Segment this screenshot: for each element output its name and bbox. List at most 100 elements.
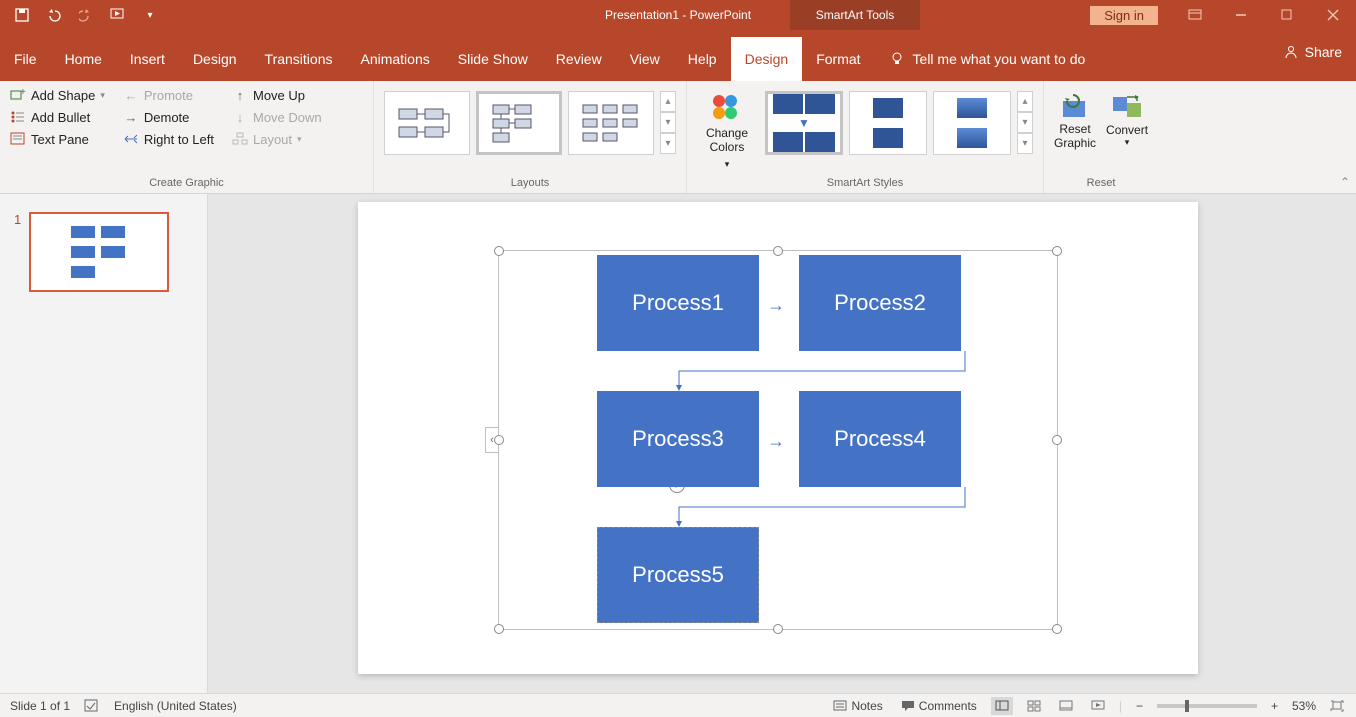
style-option-1[interactable]: ▼ (765, 91, 843, 155)
slideshow-view-button[interactable] (1087, 697, 1109, 715)
layout-icon (232, 131, 248, 147)
spellcheck-icon[interactable] (84, 699, 100, 713)
tab-animations[interactable]: Animations (346, 37, 443, 81)
comments-button[interactable]: Comments (897, 699, 981, 713)
fit-to-window-button[interactable] (1326, 697, 1348, 715)
collapse-ribbon-button[interactable]: ⌃ (1340, 175, 1350, 189)
resize-handle-w[interactable] (494, 435, 504, 445)
smartart-node-4[interactable]: Process4 (799, 391, 961, 487)
notes-button[interactable]: Notes (829, 699, 886, 713)
group-label: Layouts (384, 177, 676, 193)
tell-me-search[interactable]: Tell me what you want to do (875, 37, 1100, 81)
move-down-button[interactable]: ↓Move Down (232, 109, 322, 125)
tab-transitions[interactable]: Transitions (251, 37, 347, 81)
zoom-level[interactable]: 53% (1292, 699, 1316, 713)
change-colors-button[interactable]: Change Colors▾ (697, 91, 757, 170)
slide-sorter-view-button[interactable] (1023, 697, 1045, 715)
save-button[interactable] (8, 3, 36, 27)
demote-button[interactable]: →Demote (123, 109, 214, 125)
tab-view[interactable]: View (616, 37, 674, 81)
text-pane-button[interactable]: Text Pane (10, 131, 105, 147)
context-tab-label: SmartArt Tools (790, 0, 920, 30)
close-button[interactable] (1310, 0, 1356, 30)
smartart-node-2[interactable]: Process2 (799, 255, 961, 351)
window-controls: Sign in (1090, 0, 1356, 30)
start-from-beginning-button[interactable] (104, 3, 132, 27)
reset-graphic-button[interactable]: Reset Graphic (1054, 91, 1096, 151)
connector-arrow-1: → (767, 295, 785, 316)
tab-help[interactable]: Help (674, 37, 731, 81)
zoom-out-button[interactable]: − (1132, 699, 1147, 713)
smartart-node-1[interactable]: Process1 (597, 255, 759, 351)
move-up-button[interactable]: ↑Move Up (232, 87, 322, 103)
app-name: - PowerPoint (679, 8, 751, 22)
status-bar: Slide 1 of 1 English (United States) Not… (0, 693, 1356, 717)
layout-option-2[interactable] (476, 91, 562, 155)
slide-thumbnail-1[interactable] (29, 212, 169, 292)
tab-insert[interactable]: Insert (116, 37, 179, 81)
smartart-node-5[interactable]: Process5 (597, 527, 759, 623)
resize-handle-sw[interactable] (494, 624, 504, 634)
tab-review[interactable]: Review (542, 37, 616, 81)
add-shape-button[interactable]: +Add Shape ▾ (10, 87, 105, 103)
zoom-in-button[interactable]: + (1267, 699, 1282, 713)
layout-gallery-down-button[interactable]: ▾ (660, 112, 676, 133)
style-gallery-more-button[interactable]: ▾ (1017, 133, 1033, 154)
change-colors-icon (709, 91, 745, 123)
slide-thumbnail-panel: 1 (0, 194, 208, 693)
tab-slideshow[interactable]: Slide Show (444, 37, 542, 81)
style-gallery-down-button[interactable]: ▾ (1017, 112, 1033, 133)
minimize-button[interactable] (1218, 0, 1264, 30)
connector-arrow-2: → (767, 431, 785, 452)
qat-customize-button[interactable]: ▾ (136, 3, 164, 27)
group-label: SmartArt Styles (697, 177, 1033, 193)
resize-handle-nw[interactable] (494, 246, 504, 256)
resize-handle-e[interactable] (1052, 435, 1062, 445)
slide-canvas[interactable]: ‹ ⟳ Process1 Process2 Process3 Process4 … (358, 202, 1198, 674)
convert-button[interactable]: Convert ▾ (1106, 91, 1148, 151)
filename: Presentation1 (605, 8, 679, 22)
layout-gallery-more-button[interactable]: ▾ (660, 133, 676, 154)
zoom-slider-thumb[interactable] (1185, 700, 1189, 712)
sign-in-button[interactable]: Sign in (1090, 6, 1158, 25)
add-bullet-button[interactable]: Add Bullet (10, 109, 105, 125)
style-option-2[interactable] (849, 91, 927, 155)
ribbon-display-options-button[interactable] (1172, 0, 1218, 30)
promote-button[interactable]: ←Promote (123, 87, 214, 103)
redo-button[interactable] (72, 3, 100, 27)
tab-file[interactable]: File (0, 37, 51, 81)
smartart-node-3[interactable]: Process3 (597, 391, 759, 487)
chevron-down-icon: ▾ (100, 90, 105, 101)
resize-handle-se[interactable] (1052, 624, 1062, 634)
quick-access-toolbar: ▾ (0, 3, 164, 27)
tab-home[interactable]: Home (51, 37, 116, 81)
right-to-left-button[interactable]: Right to Left (123, 131, 214, 147)
group-label: Reset (1054, 177, 1148, 193)
title-bar: ▾ Presentation1 - PowerPoint SmartArt To… (0, 0, 1356, 30)
zoom-slider[interactable] (1157, 704, 1257, 708)
undo-button[interactable] (40, 3, 68, 27)
reading-view-button[interactable] (1055, 697, 1077, 715)
slide-number: 1 (14, 212, 21, 292)
style-option-3[interactable] (933, 91, 1011, 155)
maximize-button[interactable] (1264, 0, 1310, 30)
resize-handle-ne[interactable] (1052, 246, 1062, 256)
tab-design[interactable]: Design (179, 37, 251, 81)
language-indicator[interactable]: English (United States) (114, 699, 237, 713)
layout-gallery-up-button[interactable]: ▴ (660, 91, 676, 112)
style-gallery-up-button[interactable]: ▴ (1017, 91, 1033, 112)
ribbon-tabs: File Home Insert Design Transitions Anim… (0, 30, 1356, 81)
resize-handle-s[interactable] (773, 624, 783, 634)
share-button[interactable]: Share (1283, 44, 1342, 60)
arrow-up-icon: ↑ (232, 87, 248, 103)
resize-handle-n[interactable] (773, 246, 783, 256)
tab-smartart-format[interactable]: Format (802, 37, 874, 81)
slide-indicator[interactable]: Slide 1 of 1 (10, 699, 70, 713)
normal-view-button[interactable] (991, 697, 1013, 715)
layout-option-1[interactable] (384, 91, 470, 155)
tab-smartart-design[interactable]: Design (731, 37, 803, 81)
smartart-selection-frame[interactable]: ‹ ⟳ Process1 Process2 Process3 Process4 … (498, 250, 1058, 630)
slide-editor[interactable]: ‹ ⟳ Process1 Process2 Process3 Process4 … (208, 194, 1356, 693)
layout-option-3[interactable] (568, 91, 654, 155)
layout-button[interactable]: Layout ▾ (232, 131, 322, 147)
